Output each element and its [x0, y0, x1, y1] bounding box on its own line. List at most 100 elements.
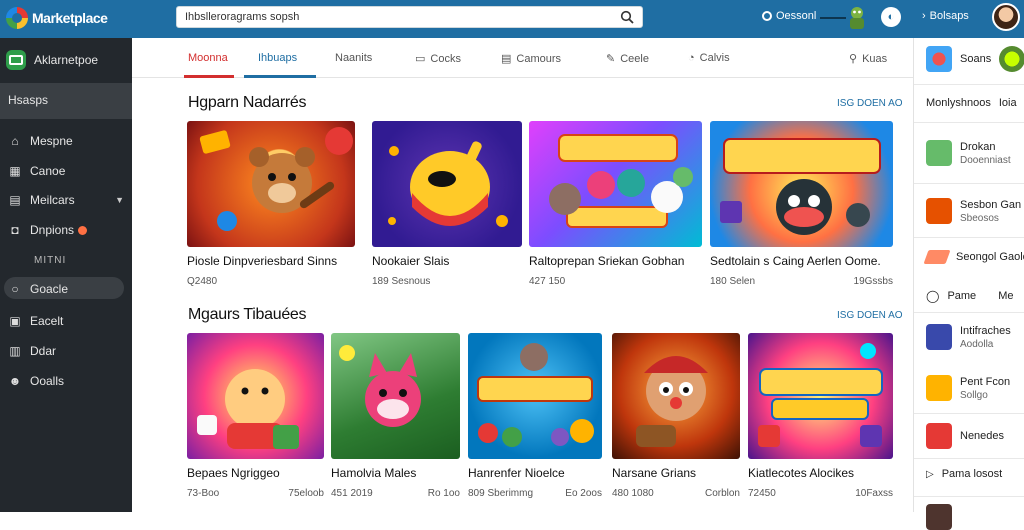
- theme-toggle-icon[interactable]: ◐: [881, 7, 901, 27]
- user-menu-label: Bolsaps: [929, 10, 969, 22]
- header-mascot-icon: [999, 46, 1024, 72]
- right-panel: Soans Monlyshnoos Ioia Drokan Dooenniast…: [913, 38, 1024, 530]
- item-thumbnail: [926, 324, 952, 350]
- game-card[interactable]: Hamolvia Males 451 2019 Ro 1oo: [331, 333, 460, 499]
- card-thumbnail[interactable]: [331, 333, 460, 459]
- right-panel-item[interactable]: Nenedes: [926, 423, 1004, 449]
- top-bar: Marketplace Ihbslleroragrams sopsh Oesso…: [0, 0, 1024, 38]
- tab-1[interactable]: Moonna: [188, 52, 228, 64]
- card-meta-left: 180 Selen: [710, 276, 756, 287]
- card-meta: 809 Sberimmg Eo 2oos: [468, 488, 602, 499]
- right-panel-item[interactable]: Intifraches Aodolla: [926, 324, 1011, 350]
- search-input[interactable]: Ihbslleroragrams sopsh: [185, 11, 612, 23]
- status-indicator[interactable]: Oessonl: [762, 10, 847, 22]
- card-thumbnail[interactable]: [187, 121, 355, 247]
- card-meta-left: 480 1080: [612, 488, 654, 499]
- game-card[interactable]: Narsane Grians 480 1080 Corblon: [612, 333, 740, 499]
- sidebar-item-8[interactable]: ☻ Ooalls: [8, 374, 124, 388]
- right-panel-inline[interactable]: ◯ Pame Me: [926, 289, 1013, 303]
- game-card[interactable]: Piosle Dinpveriesbard Sinns Q2480: [187, 121, 355, 287]
- item-text: Drokan Dooenniast: [960, 141, 1011, 166]
- right-panel-item[interactable]: Sesbon Gan Sbeosos: [926, 198, 1021, 224]
- card-thumbnail[interactable]: [372, 121, 522, 247]
- tab-underline-red: [184, 75, 234, 78]
- right-panel-subheader-extra: Ioia: [998, 97, 1017, 109]
- see-all-link[interactable]: ISG DOEN AO: [837, 310, 903, 321]
- bear-mascot-art: [199, 127, 353, 231]
- item-thumbnail: [926, 375, 952, 401]
- logo-mark-icon: [6, 7, 28, 29]
- item-thumbnail: [926, 140, 952, 166]
- tab-8[interactable]: ⚲ Kuas: [849, 52, 887, 66]
- right-panel-item-partial[interactable]: [926, 504, 952, 530]
- card-meta-right: Eo 2oos: [565, 488, 602, 499]
- sidebar-brand[interactable]: Aklarnetpoe: [6, 50, 98, 70]
- card-thumbnail[interactable]: [529, 121, 702, 247]
- yellow-blob-art: [388, 141, 508, 227]
- sidebar-item-6[interactable]: ▣ Eacelt: [8, 314, 124, 328]
- right-panel-subheader-label: Monlyshnoos: [926, 97, 991, 109]
- right-panel-item[interactable]: Seongol Gaole: [923, 250, 1024, 264]
- game-card[interactable]: Raltoprepan Sriekan Gobhan 427 150: [529, 121, 702, 287]
- user-menu[interactable]: › Bolsaps: [922, 10, 969, 22]
- card-meta: 189 Sesnous: [372, 276, 522, 287]
- right-panel-subheader: Monlyshnoos Ioia: [926, 97, 1017, 109]
- right-panel-header-label: Soans: [960, 53, 992, 65]
- clown-art: [720, 138, 881, 235]
- game-card[interactable]: Nookaier Slais 189 Sesnous: [372, 121, 522, 287]
- bubble-puzzle-art: [477, 343, 594, 447]
- game-card[interactable]: Kiatlecotes Alocikes 72450 10Faxss: [748, 333, 893, 499]
- app-logo[interactable]: Marketplace: [6, 7, 108, 29]
- card-thumbnail[interactable]: [710, 121, 893, 247]
- tab-label: Moonna: [188, 52, 228, 64]
- card-meta-left: 451 2019: [331, 488, 373, 499]
- card-meta-left: 809 Sberimmg: [468, 488, 534, 499]
- card-thumbnail[interactable]: [612, 333, 740, 459]
- card-thumbnail[interactable]: [468, 333, 602, 459]
- tab-4[interactable]: ▭ Cocks: [415, 52, 461, 66]
- sidebar-item-label: Canoe: [30, 164, 66, 178]
- tab-5[interactable]: ▤ Camours: [501, 52, 561, 66]
- mascot-icon[interactable]: [846, 5, 868, 31]
- tab-2[interactable]: Ihbuaps: [258, 52, 297, 64]
- game-card[interactable]: Bepaes Ngriggeo 73-Boo 75eloob: [187, 333, 324, 499]
- card-thumbnail[interactable]: [187, 333, 324, 459]
- card-title: Raltoprepan Sriekan Gobhan: [529, 254, 685, 268]
- right-panel-footer[interactable]: ▷ Pama losost: [926, 468, 1002, 480]
- sidebar-item-4[interactable]: ◘ Dnpions: [8, 223, 124, 237]
- sidebar-item-2[interactable]: ▦ Canoe: [8, 164, 124, 178]
- sidebar-item-5[interactable]: ○ Goacle: [8, 282, 124, 296]
- see-all-link[interactable]: ISG DOEN AO: [837, 98, 903, 109]
- chevron-right-icon: ›: [922, 10, 926, 22]
- tool-icon: ⚲: [849, 53, 858, 65]
- divider: [914, 496, 1024, 497]
- divider: [914, 183, 1024, 184]
- card-title: Kiatlecotes Alocikes: [748, 466, 855, 480]
- search-icon[interactable]: [620, 10, 634, 24]
- home-icon: ⌂: [11, 134, 19, 148]
- sidebar-section-label: Hsasps: [8, 93, 49, 107]
- tab-7[interactable]: ◔ Calvis: [688, 52, 730, 64]
- card-thumbnail[interactable]: [748, 333, 893, 459]
- sidebar-item-label: Dnpions: [30, 223, 75, 237]
- sidebar-item-label: Ddar: [30, 344, 57, 358]
- tab-6[interactable]: ✎ Ceele: [606, 52, 649, 66]
- header-app-icon: [926, 46, 952, 72]
- sidebar-item-7[interactable]: ▥ Ddar: [8, 344, 124, 358]
- item-title: Intifraches: [960, 324, 1011, 337]
- sidebar-item-3[interactable]: ▤ Meilcars ▼: [8, 193, 124, 207]
- sidebar-item-1[interactable]: ⌂ Mespne: [8, 134, 124, 148]
- sidebar-active-section[interactable]: Hsasps: [0, 83, 132, 119]
- tab-3[interactable]: Naanits: [335, 52, 372, 64]
- card-meta: 451 2019 Ro 1oo: [331, 488, 460, 499]
- right-panel-item[interactable]: Drokan Dooenniast: [926, 140, 1011, 166]
- search-bar[interactable]: Ihbslleroragrams sopsh: [176, 6, 643, 28]
- avatar[interactable]: [992, 3, 1020, 31]
- game-card[interactable]: Sedtolain s Caing Aerlen Oome. 180 Selen…: [710, 121, 893, 287]
- status-label: Oessonl: [776, 10, 817, 22]
- right-panel-item[interactable]: Pent Fcon Sollgo: [926, 375, 1010, 401]
- game-card[interactable]: Hanrenfer Nioelce 809 Sberimmg Eo 2oos: [468, 333, 602, 499]
- divider: [914, 237, 1024, 238]
- right-panel-header[interactable]: Soans: [926, 46, 1024, 72]
- chevron-down-icon[interactable]: ▼: [115, 195, 124, 205]
